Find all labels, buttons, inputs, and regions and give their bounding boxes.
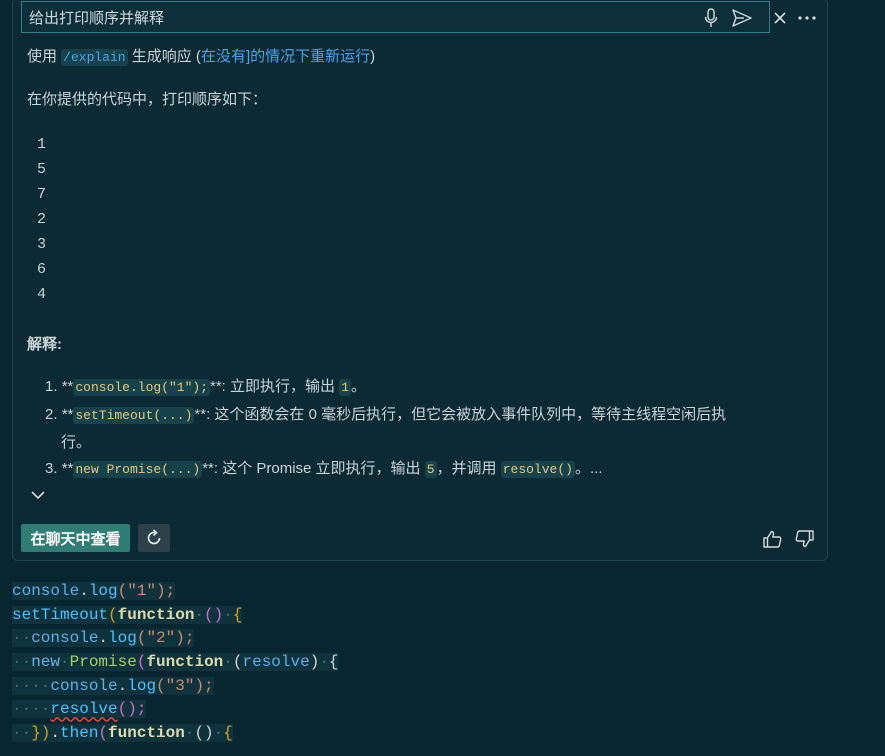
explain-item-2-cont: 行。 — [61, 434, 92, 451]
code-token: . — [98, 629, 109, 648]
code-token: (); — [117, 700, 147, 719]
code-editor[interactable]: console.log("1"); setTimeout(function·()… — [12, 580, 339, 746]
inline-chat-panel: 使用 /explain 生成响应 (在没有]的情况下重新运行) 在你提供的代码中… — [12, 0, 828, 561]
code-token: ("2"); — [136, 629, 195, 648]
code-token: then — [60, 724, 99, 743]
usage-close: ) — [370, 48, 376, 65]
item-text: ，并调用 — [436, 460, 501, 477]
code-token: () — [204, 605, 224, 624]
code-token: resolve — [242, 653, 310, 672]
microphone-icon[interactable] — [700, 7, 722, 29]
code-indent: ·· — [12, 653, 32, 672]
explain-heading: 解释: — [27, 336, 62, 353]
code-line: console.log("1"); — [12, 580, 339, 604]
item-number: 1. — [45, 378, 58, 395]
prompt-input-box[interactable] — [21, 1, 770, 34]
send-icon[interactable] — [731, 7, 753, 29]
usage-prefix: 使用 — [27, 48, 62, 65]
item-marker: ** — [61, 406, 74, 423]
item-code: setTimeout(...) — [73, 407, 195, 424]
code-token: . — [79, 582, 89, 600]
code-token: }) — [31, 724, 51, 743]
item-code: new Promise(...) — [73, 461, 203, 478]
usage-line: 使用 /explain 生成响应 (在没有]的情况下重新运行) — [27, 45, 375, 66]
code-token: console — [50, 676, 118, 695]
code-token: new — [31, 653, 61, 672]
code-token: Promise — [69, 653, 137, 672]
item-marker: ** — [61, 378, 74, 395]
close-icon[interactable] — [770, 8, 790, 28]
code-token: log — [88, 582, 118, 600]
refresh-button[interactable] — [138, 524, 170, 552]
code-line: setTimeout(function·()·{ — [12, 605, 243, 624]
usage-suffix: 生成响应 ( — [127, 48, 201, 65]
code-indent: ···· — [12, 676, 51, 695]
code-line: ··new·Promise(function·(resolve)·{ — [12, 653, 339, 672]
code-token: function — [117, 605, 195, 624]
explain-item-3: 3. ** new Promise(...) **: 这个 Promise 立即执行… — [45, 457, 602, 478]
item-code: 1 — [339, 379, 351, 396]
code-line: ··}).then(function·()·{ — [12, 724, 233, 743]
code-indent: ·· — [12, 629, 32, 648]
item-text: **: 立即执行，输出 — [210, 378, 340, 395]
more-icon[interactable] — [796, 8, 818, 28]
code-token: log — [127, 676, 157, 695]
code-token: { — [232, 605, 243, 624]
view-in-chat-button[interactable]: 在聊天中查看 — [21, 524, 130, 552]
order-line: 3 — [37, 236, 47, 253]
item-code: console.log("1"); — [73, 379, 210, 396]
prompt-input[interactable] — [22, 2, 691, 34]
item-number: 3. — [45, 460, 58, 477]
code-token: ( — [136, 653, 147, 672]
order-line: 5 — [37, 161, 47, 178]
item-number: 2. — [45, 406, 58, 423]
code-indent: ·· — [12, 724, 32, 743]
order-line: 7 — [37, 186, 47, 203]
code-token: console — [12, 582, 80, 600]
item-code: 5 — [424, 461, 437, 478]
item-marker: ** — [61, 460, 74, 477]
item-text: 。... — [574, 460, 603, 477]
item-code: resolve() — [500, 461, 575, 478]
code-token: function — [108, 724, 185, 743]
code-token: console — [31, 629, 99, 648]
code-token: ( — [108, 605, 118, 624]
code-token: function — [146, 653, 224, 672]
code-token: { — [223, 724, 233, 743]
item-text: **: 这个函数会在 0 毫秒后执行，但它会被放入事件队列中，等待主线程空闲后执 — [194, 406, 727, 423]
code-token: ("1"); — [117, 582, 176, 600]
explain-item-1: 1. ** console.log("1"); **: 立即执行，输出 1。 — [45, 375, 366, 396]
refresh-icon — [145, 529, 163, 547]
item-text: 。 — [351, 378, 367, 395]
code-token: resolve — [50, 700, 118, 719]
order-line: 4 — [37, 286, 47, 303]
code-token: log — [108, 629, 137, 648]
code-token: . — [117, 676, 128, 695]
chevron-down-icon[interactable] — [29, 487, 47, 503]
intro-text: 在你提供的代码中，打印顺序如下： — [27, 91, 268, 108]
item-text: **: 这个 Promise 立即执行，输出 — [202, 460, 425, 477]
code-line: ····console.log("3"); — [12, 675, 339, 699]
rerun-link[interactable]: 在没有]的情况下重新运行 — [201, 48, 370, 65]
code-indent: ···· — [12, 700, 51, 719]
code-token: ) — [309, 653, 320, 672]
code-token: ( — [98, 724, 109, 743]
code-line: ··console.log("2"); — [12, 627, 339, 651]
order-line: 1 — [37, 136, 47, 153]
code-line: ····resolve(); — [12, 698, 339, 722]
code-token: { — [328, 653, 339, 672]
explain-item-2: 2. ** setTimeout(...) **: 这个函数会在 0 毫秒后执行，但… — [45, 403, 726, 424]
code-token: ("3"); — [156, 676, 214, 695]
thumbs-down-icon[interactable] — [793, 528, 815, 550]
order-line: 2 — [37, 211, 47, 228]
code-token: setTimeout — [12, 605, 109, 624]
code-token: () — [194, 724, 214, 743]
code-token: . — [50, 724, 61, 743]
thumbs-up-icon[interactable] — [761, 528, 783, 550]
order-line: 6 — [37, 261, 47, 278]
explain-command: /explain — [61, 49, 128, 66]
